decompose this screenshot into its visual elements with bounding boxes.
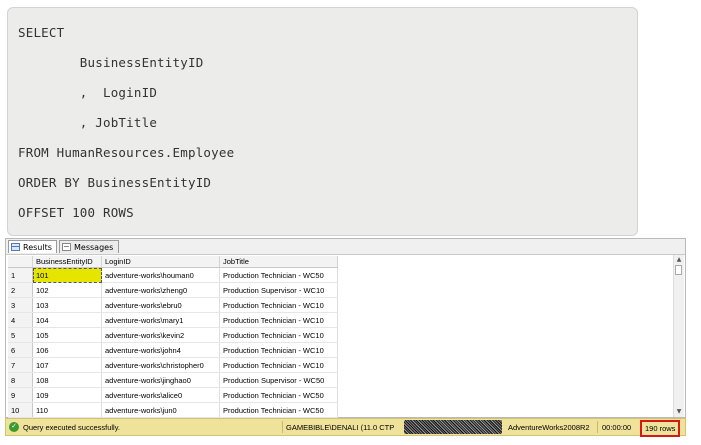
row-number[interactable]: 5 [8,327,33,343]
row-number[interactable]: 7 [8,357,33,373]
code-line[interactable]: ORDER BY BusinessEntityID [18,175,211,190]
cell-businessentityid[interactable]: 103 [32,297,102,313]
table-row[interactable]: 2 102 adventure-works\zheng0 Production … [8,282,338,298]
cell-loginid[interactable]: adventure-works\houman0 [101,267,220,283]
scroll-thumb[interactable] [675,265,682,275]
cell-loginid[interactable]: adventure-works\jinghao0 [101,372,220,388]
column-header-businessentityid[interactable]: BusinessEntityID [32,256,102,268]
cell-jobtitle[interactable]: Production Technician - WC50 [219,267,338,283]
table-row[interactable]: 9 109 adventure-works\alice0 Production … [8,387,338,403]
column-header-loginid[interactable]: LoginID [101,256,220,268]
success-check-icon: ✓ [9,422,19,432]
row-number[interactable]: 2 [8,282,33,298]
cell-businessentityid[interactable]: 102 [32,282,102,298]
cell-loginid[interactable]: adventure-works\alice0 [101,387,220,403]
cell-loginid[interactable]: adventure-works\kevin2 [101,327,220,343]
query-editor[interactable]: SELECT BusinessEntityID , LoginID , JobT… [7,7,638,236]
results-pane: Results Messages BusinessEntityID LoginI… [5,238,686,418]
code-line[interactable]: BusinessEntityID [18,55,203,70]
cell-businessentityid[interactable]: 106 [32,342,102,358]
status-row-count: 190 rows [640,420,681,437]
table-row[interactable]: 8 108 adventure-works\jinghao0 Productio… [8,372,338,388]
cell-loginid[interactable]: adventure-works\christopher0 [101,357,220,373]
row-number[interactable]: 9 [8,387,33,403]
status-message: Query executed successfully. [23,423,120,432]
cell-jobtitle[interactable]: Production Technician - WC50 [219,387,338,403]
cell-businessentityid[interactable]: 105 [32,327,102,343]
code-line[interactable]: FROM HumanResources.Employee [18,145,234,160]
cell-loginid[interactable]: adventure-works\ebru0 [101,297,220,313]
cell-businessentityid[interactable]: 104 [32,312,102,328]
status-server: GAMEBIBLE\DENALI (11.0 CTP [286,423,395,432]
redacted-user [404,420,502,434]
cell-businessentityid[interactable]: 108 [32,372,102,388]
cell-loginid[interactable]: adventure-works\john4 [101,342,220,358]
results-grid[interactable]: BusinessEntityID LoginID JobTitle 1 101 … [8,256,673,418]
code-line[interactable]: OFFSET 100 ROWS [18,205,134,220]
code-line[interactable]: , JobTitle [18,115,157,130]
vertical-scrollbar[interactable]: ▲ ▼ [673,255,684,417]
status-separator [597,421,598,433]
grid-corner[interactable] [8,256,33,268]
cell-jobtitle[interactable]: Production Technician - WC10 [219,297,338,313]
cell-jobtitle[interactable]: Production Supervisor - WC50 [219,372,338,388]
grid-icon [11,243,20,251]
cell-loginid[interactable]: adventure-works\mary1 [101,312,220,328]
cell-businessentityid[interactable]: 101 [32,267,102,283]
tab-messages-label: Messages [74,242,114,252]
table-row[interactable]: 7 107 adventure-works\christopher0 Produ… [8,357,338,373]
scroll-up-icon[interactable]: ▲ [675,256,683,264]
cell-jobtitle[interactable]: Production Technician - WC10 [219,342,338,358]
row-number[interactable]: 1 [8,267,33,283]
code-line[interactable]: , LoginID [18,85,157,100]
cell-jobtitle[interactable]: Production Technician - WC10 [219,327,338,343]
cell-loginid[interactable]: adventure-works\zheng0 [101,282,220,298]
status-bar: ✓ Query executed successfully. GAMEBIBLE… [5,418,686,437]
row-number[interactable]: 10 [8,402,33,418]
cell-businessentityid[interactable]: 110 [32,402,102,418]
tab-results-label: Results [23,242,52,252]
cell-loginid[interactable]: adventure-works\jun0 [101,402,220,418]
row-number[interactable]: 8 [8,372,33,388]
table-row[interactable]: 3 103 adventure-works\ebru0 Production T… [8,297,338,313]
code-line[interactable]: SELECT [18,25,64,40]
status-separator [282,421,283,433]
scroll-down-icon[interactable]: ▼ [675,408,683,416]
table-row[interactable]: 5 105 adventure-works\kevin2 Production … [8,327,338,343]
column-header-jobtitle[interactable]: JobTitle [219,256,338,268]
cell-jobtitle[interactable]: Production Technician - WC50 [219,402,338,418]
row-number[interactable]: 4 [8,312,33,328]
row-number[interactable]: 6 [8,342,33,358]
cell-businessentityid[interactable]: 109 [32,387,102,403]
tab-results[interactable]: Results [8,240,57,253]
table-row[interactable]: 1 101 adventure-works\houman0 Production… [8,267,338,283]
tab-messages[interactable]: Messages [59,240,119,253]
table-row[interactable]: 6 106 adventure-works\john4 Production T… [8,342,338,358]
table-row[interactable]: 10 110 adventure-works\jun0 Production T… [8,402,338,418]
message-icon [62,243,71,251]
cell-businessentityid[interactable]: 107 [32,357,102,373]
cell-jobtitle[interactable]: Production Technician - WC10 [219,357,338,373]
table-row[interactable]: 4 104 adventure-works\mary1 Production T… [8,312,338,328]
cell-jobtitle[interactable]: Production Technician - WC10 [219,312,338,328]
row-number[interactable]: 3 [8,297,33,313]
status-elapsed-time: 00:00:00 [602,423,632,432]
results-tabbar: Results Messages [6,239,685,255]
status-database: AdventureWorks2008R2 [508,423,590,432]
cell-jobtitle[interactable]: Production Supervisor - WC10 [219,282,338,298]
